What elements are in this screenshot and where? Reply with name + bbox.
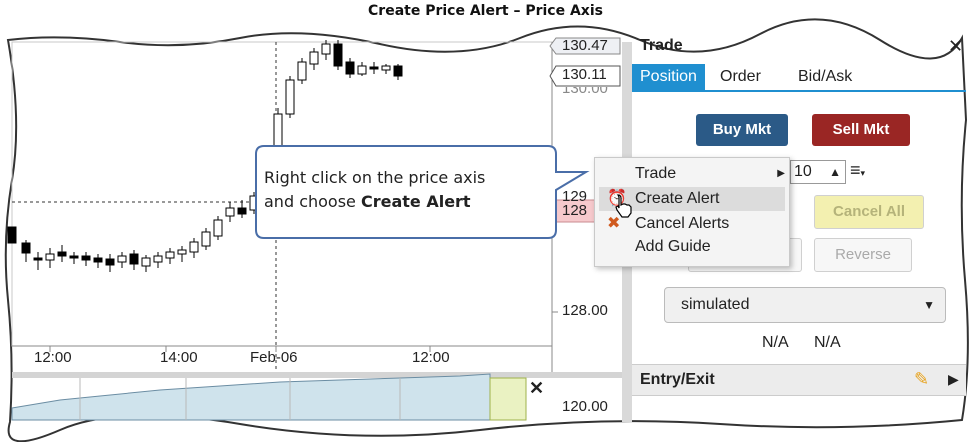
status-value: N/A: [814, 334, 841, 351]
expand-arrow-icon[interactable]: ▶: [948, 371, 959, 388]
chevron-down-icon: ▼: [923, 298, 935, 312]
account-select[interactable]: simulated ▼: [664, 287, 946, 323]
quantity-stepper[interactable]: 10 ▲: [790, 160, 846, 184]
tab-bid-ask[interactable]: Bid/Ask: [790, 64, 860, 90]
buy-market-button[interactable]: Buy Mkt: [696, 114, 788, 146]
price-axis-label-128: 128.00: [562, 302, 608, 319]
time-label: 14:00: [160, 349, 198, 366]
pencil-icon[interactable]: ✎: [914, 369, 929, 390]
price-tag-second-label: 130.11: [562, 66, 607, 83]
tab-order[interactable]: Order: [712, 64, 769, 90]
menu-item-trade[interactable]: Trade ▶: [635, 163, 785, 185]
status-value: N/A: [762, 334, 789, 351]
quantity-value: 10: [794, 163, 812, 180]
entry-exit-title: Entry/Exit: [640, 371, 715, 388]
entry-exit-header[interactable]: Entry/Exit ✎ ▶: [632, 364, 966, 396]
menu-item-cancel-alerts[interactable]: Cancel Alerts: [635, 213, 729, 235]
time-label: Feb-06: [250, 349, 298, 366]
close-pane-icon[interactable]: ✕: [529, 378, 544, 399]
callout-text: Right click on the price axis and choose…: [264, 166, 564, 214]
tab-bar-underline: [632, 90, 966, 92]
submenu-arrow-icon: ▶: [777, 168, 785, 179]
hamburger-menu-icon[interactable]: ≡▾: [850, 160, 865, 181]
mouse-pointer-icon: [615, 194, 632, 218]
time-label: 12:00: [412, 349, 450, 366]
reverse-button[interactable]: Reverse: [814, 238, 912, 272]
time-label: 12:00: [34, 349, 72, 366]
menu-item-create-alert[interactable]: Create Alert: [635, 188, 719, 210]
alert-price-tag-label: 128: [562, 202, 588, 219]
account-select-value: simulated: [681, 296, 750, 313]
callout-line-2: and choose Create Alert: [264, 192, 471, 211]
trade-panel-title: Trade: [640, 37, 683, 54]
callout-line-1: Right click on the price axis: [264, 168, 486, 187]
tab-position[interactable]: Position: [632, 64, 705, 90]
lower-indicator-pane: [11, 373, 527, 421]
price-tag-top-label: 130.47: [562, 37, 608, 54]
cancel-all-button[interactable]: Cancel All: [814, 195, 924, 229]
close-icon[interactable]: ✕: [948, 36, 963, 57]
sell-market-button[interactable]: Sell Mkt: [812, 114, 910, 146]
menu-item-add-guide[interactable]: Add Guide: [635, 236, 711, 258]
lower-axis-label: 120.00: [562, 398, 608, 415]
stepper-arrows-icon[interactable]: ▲: [829, 161, 841, 183]
